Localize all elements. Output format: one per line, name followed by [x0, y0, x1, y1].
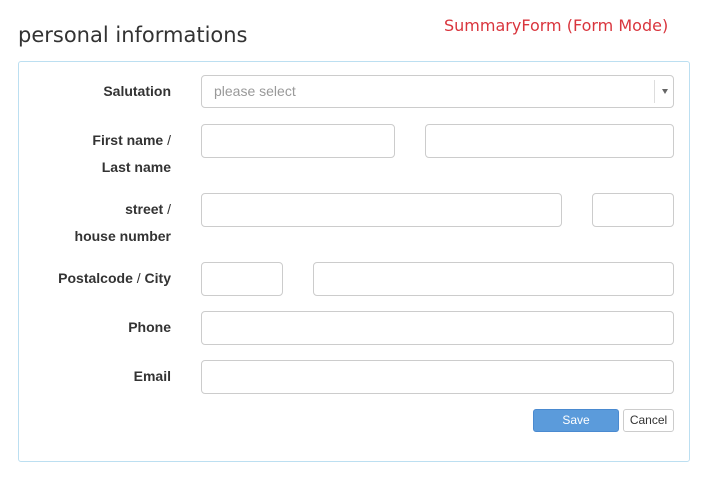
postalcode-input[interactable] — [201, 262, 283, 296]
first-name-input[interactable] — [201, 124, 395, 158]
city-input[interactable] — [313, 262, 674, 296]
salutation-label: Salutation — [0, 78, 171, 105]
salutation-placeholder: please select — [214, 83, 296, 99]
label-separator: / — [136, 270, 141, 286]
email-label: Email — [0, 363, 171, 390]
street-input[interactable] — [201, 193, 562, 227]
city-label: City — [144, 270, 171, 286]
name-label: First name / — [0, 127, 171, 154]
last-name-input[interactable] — [425, 124, 674, 158]
house-number-label-row: house number — [0, 223, 171, 250]
phone-input[interactable] — [201, 311, 674, 345]
select-divider — [654, 80, 655, 103]
phone-label: Phone — [0, 314, 171, 341]
first-name-label: First name — [92, 132, 164, 148]
phone-label-text: Phone — [128, 319, 171, 335]
email-input[interactable] — [201, 360, 674, 394]
salutation-select[interactable]: please select — [201, 75, 674, 108]
postalcode-label: Postalcode — [58, 270, 133, 286]
last-name-label: Last name — [101, 159, 171, 175]
page-title: personal informations — [18, 23, 248, 47]
cancel-button[interactable]: Cancel — [623, 409, 674, 432]
label-separator: / — [167, 132, 171, 148]
postal-city-label: Postalcode / City — [0, 265, 171, 292]
house-number-label: house number — [74, 228, 171, 244]
house-number-input[interactable] — [592, 193, 674, 227]
save-button[interactable]: Save — [533, 409, 619, 432]
label-separator: / — [167, 201, 171, 217]
street-label: street / — [0, 196, 171, 223]
street-label-text: street — [125, 201, 164, 217]
salutation-label-text: Salutation — [103, 83, 171, 99]
email-label-text: Email — [133, 368, 171, 384]
chevron-down-icon[interactable] — [662, 89, 668, 94]
form-mode-tag: SummaryForm (Form Mode) — [444, 16, 669, 35]
last-name-label-row: Last name — [0, 154, 171, 181]
